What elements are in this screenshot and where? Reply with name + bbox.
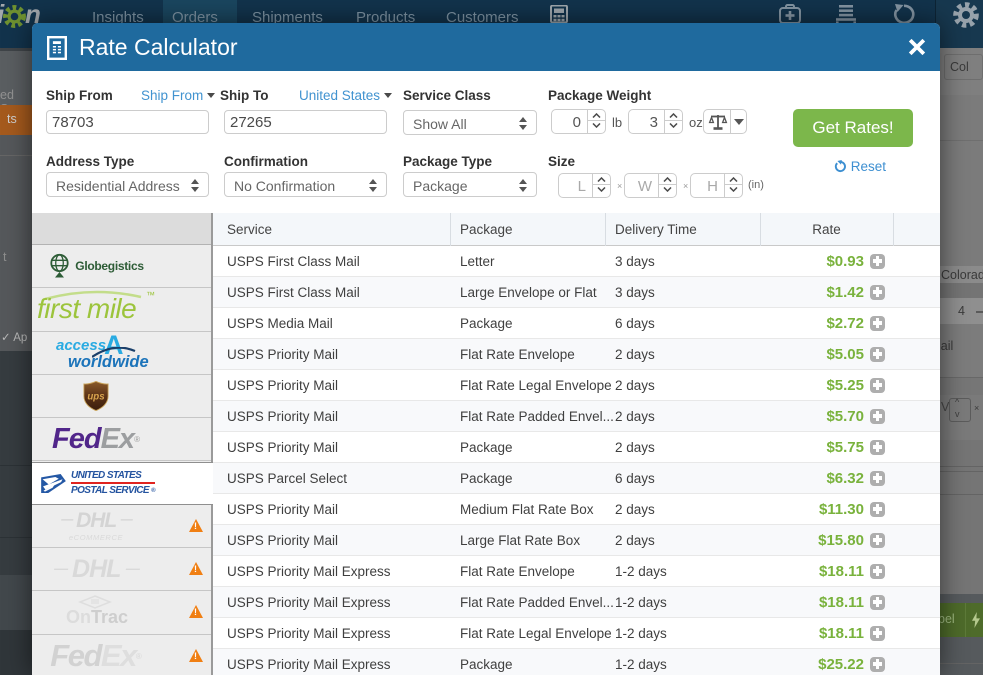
svg-text:ups: ups (87, 392, 105, 403)
